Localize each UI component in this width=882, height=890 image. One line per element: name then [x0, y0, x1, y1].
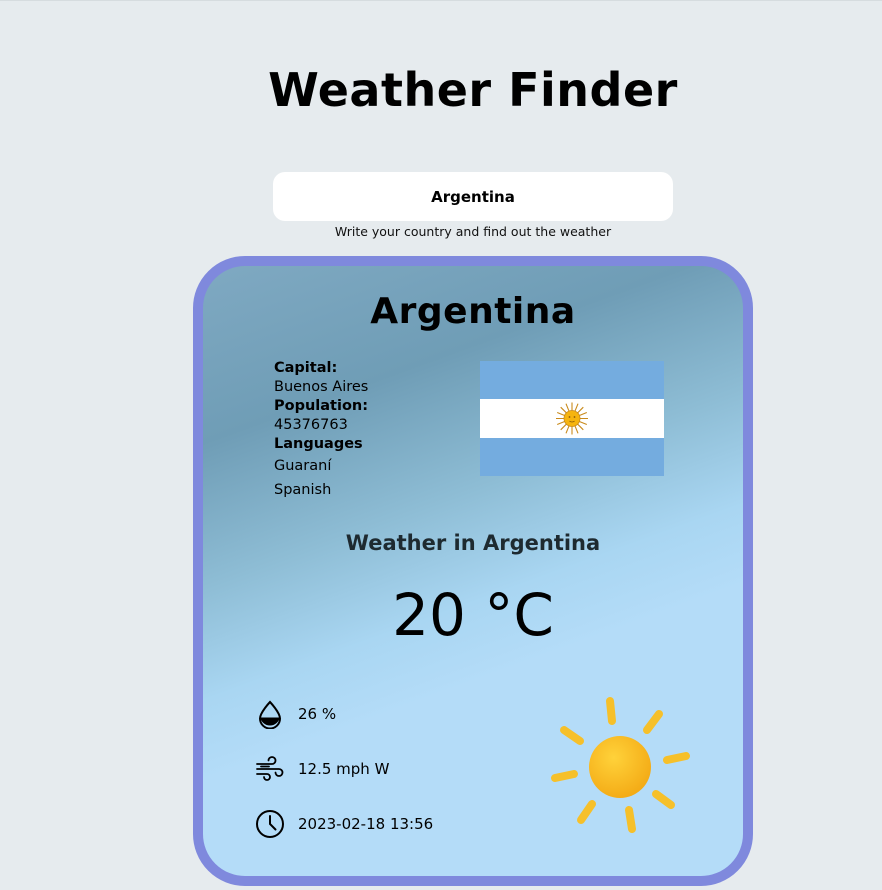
- population-value: 45376763: [274, 417, 348, 433]
- datetime-row: 2023-02-18 13:56: [255, 807, 433, 841]
- weather-heading: Weather in Argentina: [345, 531, 601, 555]
- language-item: Spanish: [274, 482, 332, 498]
- clock-icon: [256, 810, 284, 838]
- wind-value: 12.5 mph W: [298, 760, 390, 778]
- languages-list: Guaraní Spanish: [274, 454, 368, 502]
- humidity-value: 26 %: [298, 705, 337, 723]
- country-weather-card: Argentina Capital: Buenos Aires Populati…: [193, 256, 753, 886]
- languages-label: Languages: [274, 436, 363, 452]
- wind-icon: [256, 756, 284, 781]
- country-info: Capital: Buenos Aires Population: 453767…: [274, 359, 368, 502]
- wind-row: 12.5 mph W: [255, 752, 389, 786]
- capital-value: Buenos Aires: [274, 379, 369, 395]
- sun-of-may-emblem: [556, 402, 588, 435]
- population-label: Population:: [274, 398, 369, 414]
- humidity-drop-icon: [258, 700, 282, 729]
- argentina-flag-image: [480, 361, 664, 476]
- humidity-row: 26 %: [255, 697, 336, 731]
- language-item: Guaraní: [274, 458, 332, 474]
- sun-icon: [551, 697, 690, 833]
- search-hint: Write your country and find out the weat…: [334, 224, 612, 239]
- country-search-input[interactable]: [273, 172, 673, 221]
- capital-label: Capital:: [274, 360, 338, 376]
- page-title: Weather Finder: [268, 63, 678, 117]
- temperature-value: 20 °C: [392, 581, 554, 649]
- country-name: Argentina: [370, 291, 576, 332]
- datetime-value: 2023-02-18 13:56: [298, 815, 434, 833]
